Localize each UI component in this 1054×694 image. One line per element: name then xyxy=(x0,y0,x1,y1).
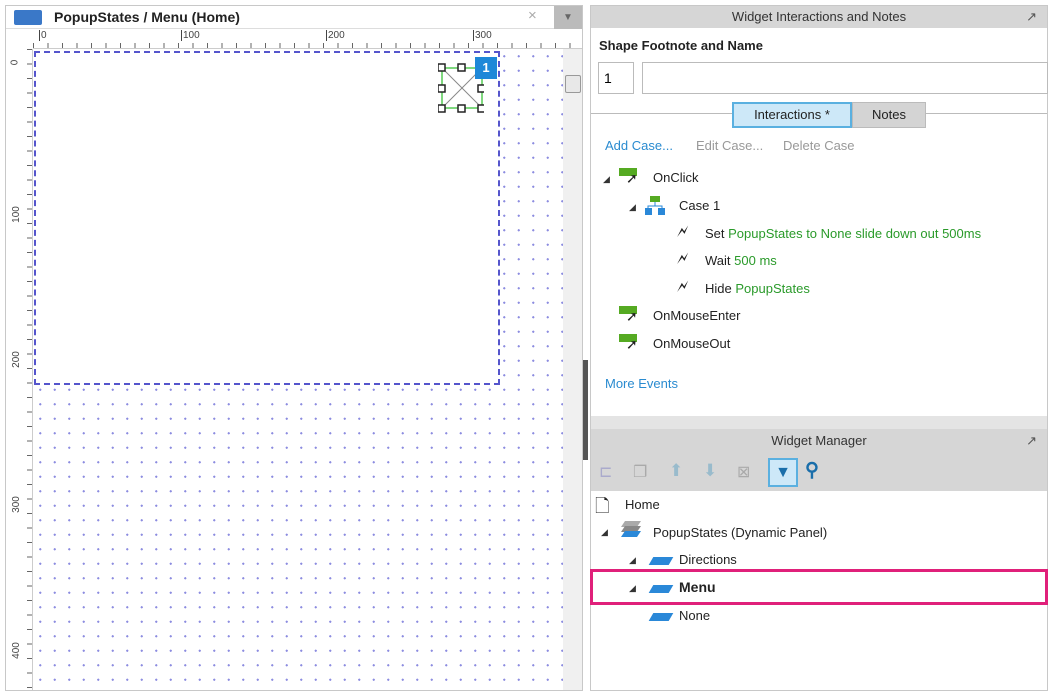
tree-item-home[interactable]: Home xyxy=(625,497,660,512)
canvas-title: PopupStates / Menu (Home) xyxy=(54,9,240,25)
tree-item-state-selected[interactable]: Menu xyxy=(679,579,716,595)
ruler-label: 0 xyxy=(39,30,47,41)
ruler-label: 300 xyxy=(473,30,492,41)
add-case-link[interactable]: Add Case... xyxy=(605,138,673,153)
vertical-ruler: 0 100 200 300 400 xyxy=(6,49,33,690)
pop-out-icon[interactable]: ↗ xyxy=(1026,429,1037,453)
widget-manager-header: Widget Manager ↗ xyxy=(591,429,1047,453)
tab-interactions[interactable]: Interactions * xyxy=(732,102,852,128)
event-icon: ➚ xyxy=(619,334,641,352)
action-set[interactable]: Set PopupStates to None slide down out 5… xyxy=(705,226,981,241)
tree-item-state[interactable]: None xyxy=(679,608,710,623)
case-icon xyxy=(645,196,665,216)
tab-notes[interactable]: Notes xyxy=(852,102,926,128)
edit-case-link[interactable]: Edit Case... xyxy=(696,138,763,153)
page-icon: 🗋 xyxy=(595,496,610,516)
more-events-link[interactable]: More Events xyxy=(605,376,678,391)
action-detail: PopupStates to None slide down out 500ms xyxy=(728,226,982,241)
action-verb: Wait xyxy=(705,253,731,268)
pop-out-icon[interactable]: ↗ xyxy=(1026,6,1037,28)
expand-icon[interactable]: ◢ xyxy=(629,555,636,566)
lightning-icon: 🗲 xyxy=(677,222,689,241)
delete-case-link[interactable]: Delete Case xyxy=(783,138,855,153)
scrollbar-thumb[interactable] xyxy=(565,75,581,93)
ruler-label: 400 xyxy=(10,642,22,659)
filter-icon[interactable]: ▼ xyxy=(768,458,798,487)
move-up-icon[interactable]: ⬆ xyxy=(669,461,683,481)
dynamic-panel-icon xyxy=(619,518,643,540)
right-panel: Widget Interactions and Notes ↗ Shape Fo… xyxy=(590,5,1048,691)
event-icon: ➚ xyxy=(619,168,641,186)
vertical-scrollbar[interactable] xyxy=(563,49,582,690)
add-page-icon[interactable]: ⊏ xyxy=(599,462,612,482)
event-onclick[interactable]: OnClick xyxy=(653,170,699,185)
state-icon xyxy=(648,557,674,565)
duplicate-icon[interactable]: ❐ xyxy=(633,462,647,482)
expand-icon[interactable]: ◢ xyxy=(629,583,636,594)
move-down-icon[interactable]: ⬇ xyxy=(703,461,717,481)
tree-item-state[interactable]: Directions xyxy=(679,552,737,567)
lightning-icon: 🗲 xyxy=(677,249,689,268)
action-verb: Hide xyxy=(705,281,732,296)
interactions-panel-header: Widget Interactions and Notes ↗ xyxy=(591,6,1047,28)
chevron-down-icon[interactable]: ▼ xyxy=(554,6,582,29)
expand-icon[interactable]: ◢ xyxy=(601,527,608,538)
widget-manager-toolbar: ⊏ ❐ ⬆ ⬇ ⊠ ▼ ⚲ xyxy=(591,453,1047,491)
event-onmouseout[interactable]: OnMouseOut xyxy=(653,336,730,351)
close-icon[interactable]: × xyxy=(528,7,537,24)
section-label: Shape Footnote and Name xyxy=(599,38,763,53)
ruler-label: 300 xyxy=(10,496,22,513)
event-icon: ➚ xyxy=(619,306,641,324)
delete-icon[interactable]: ⊠ xyxy=(737,462,750,482)
shape-name-input[interactable] xyxy=(642,62,1048,94)
horizontal-ruler: 0 100 200 300 xyxy=(33,29,582,49)
ruler-label: 100 xyxy=(10,206,22,223)
footnote-badge: 1 xyxy=(475,57,497,79)
dynamic-panel-state-area[interactable]: 1 xyxy=(34,51,500,385)
action-wait[interactable]: Wait 500 ms xyxy=(705,253,777,268)
page-icon xyxy=(14,10,42,25)
canvas-panel: PopupStates / Menu (Home) × ▼ 0 100 200 … xyxy=(5,5,583,691)
event-onmouseenter[interactable]: OnMouseEnter xyxy=(653,308,740,323)
expand-icon[interactable]: ◢ xyxy=(629,202,636,213)
state-icon xyxy=(648,613,674,621)
expand-icon[interactable]: ◢ xyxy=(603,174,610,185)
ruler-label: 200 xyxy=(326,30,345,41)
search-icon[interactable]: ⚲ xyxy=(805,459,819,482)
canvas-tab[interactable]: PopupStates / Menu (Home) × ▼ xyxy=(6,6,582,29)
ruler-label: 100 xyxy=(181,30,200,41)
tree-item-popupstates[interactable]: PopupStates (Dynamic Panel) xyxy=(653,525,827,540)
ruler-label: 200 xyxy=(10,351,22,368)
action-hide[interactable]: Hide PopupStates xyxy=(705,281,810,296)
lightning-icon: 🗲 xyxy=(677,277,689,296)
ruler-label: 0 xyxy=(9,59,21,66)
action-detail: PopupStates xyxy=(735,281,810,296)
footnote-input[interactable] xyxy=(598,62,634,94)
action-detail: 500 ms xyxy=(734,253,777,268)
panel-splitter[interactable] xyxy=(583,360,588,460)
action-verb: Set xyxy=(705,226,725,241)
panel-title: Widget Interactions and Notes xyxy=(731,9,907,24)
panel-title: Widget Manager xyxy=(771,433,867,448)
case-1[interactable]: Case 1 xyxy=(679,198,720,213)
